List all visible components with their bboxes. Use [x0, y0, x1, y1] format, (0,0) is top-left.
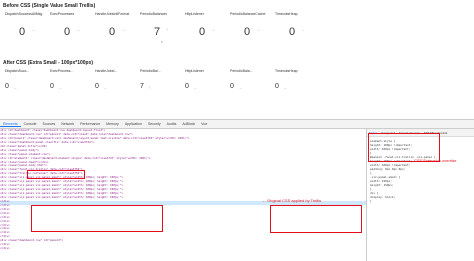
redbox-viz-panels — [31, 205, 163, 232]
after-tiles: DispatchSucc... 0 → ExecProcess... 0 → HandleJ… — [3, 69, 318, 109]
tile-title: DispatchSucc... — [5, 69, 30, 73]
trend-arrow-icon: → — [238, 85, 242, 90]
single-value-tile: ExecProcesses 0 → — [48, 12, 93, 52]
tile-title: HttpListener — [185, 69, 204, 73]
devtools-tab-security[interactable]: Security — [145, 122, 164, 126]
devtools-tab-vue[interactable]: Vue — [198, 122, 210, 126]
tile-title: PeriodicBalances — [140, 12, 168, 16]
css-rule-line[interactable]: height: 150px; — [370, 183, 394, 187]
tile-sub-value: 5 — [161, 40, 163, 44]
tile-title: HandleJobsInitFormat — [95, 12, 130, 16]
before-tiles: DispatchSuccessAllMsg 0 → ExecProcesses 0 → Ha… — [3, 12, 318, 52]
tile-title: PeriodicBal... — [140, 69, 161, 73]
trend-arrow-icon: → — [13, 85, 17, 90]
elements-panel[interactable]: <div id="dashboard" class="dashboard-row… — [0, 129, 366, 261]
tile-value: 7 — [154, 26, 161, 38]
css-rule-line[interactable]: display: block; — [370, 195, 395, 199]
single-value-tile: ExecProcess... 0 → — [48, 69, 93, 109]
tile-title: ExecProcess... — [50, 69, 74, 73]
single-value-tile: DispatchSucc... 0 → — [3, 69, 48, 109]
devtools-tab-network[interactable]: Network — [58, 122, 77, 126]
devtools-tab-application[interactable]: Application — [122, 122, 145, 126]
trend-arrow-icon: → — [211, 27, 215, 32]
single-value-tile: TimeoutsHeap 0 → — [273, 69, 318, 109]
tile-title: HttpListener — [185, 12, 204, 16]
tile-title: PeriodicBala... — [230, 69, 253, 73]
single-value-tile: PeriodicBal... 7 ↑ — [138, 69, 183, 109]
tile-title: TimeoutsHeap — [275, 12, 298, 16]
tile-value: 0 — [230, 83, 234, 90]
tile-value: 0 — [185, 83, 189, 90]
tile-title: PeriodicBalanceCache — [230, 12, 266, 16]
single-value-tile: PeriodicBalanceCache 0 → — [228, 12, 273, 52]
redbox-container — [27, 170, 85, 179]
tile-title: HandleJobsI... — [95, 69, 118, 73]
trend-arrow-icon: → — [193, 85, 197, 90]
trend-arrow-icon: → — [58, 85, 62, 90]
devtools-tab-performance[interactable]: Performance — [77, 122, 103, 126]
tile-title: ExecProcesses — [50, 12, 75, 16]
single-value-tile: TimeoutsHeap 0 → — [273, 12, 318, 52]
css-rule-line[interactable]: } — [370, 199, 372, 203]
single-value-tile: HttpListener 0 → — [183, 69, 228, 109]
dom-node-line[interactable]: </div> — [0, 246, 366, 251]
trend-arrow-icon: → — [301, 27, 305, 32]
trend-arrow-icon: ↑ — [166, 27, 168, 32]
css-rule-line[interactable]: padding: 0px 0px 0px; — [370, 167, 405, 171]
devtools-tab-elements[interactable]: Elements — [0, 122, 21, 127]
trend-arrow-icon: → — [31, 27, 35, 32]
trend-arrow-icon: → — [103, 85, 107, 90]
tile-value: 0 — [64, 26, 71, 38]
devtools-tab-adblock[interactable]: AdBlock — [179, 122, 198, 126]
before-heading: Before CSS (Single Value Small Trellis) — [3, 3, 96, 9]
tile-value: 0 — [199, 26, 206, 38]
tile-value: 0 — [109, 26, 116, 38]
tile-title: DispatchSuccessAllMsg — [5, 12, 43, 16]
tile-value: 0 — [289, 26, 296, 38]
trend-arrow-icon: → — [283, 85, 287, 90]
after-heading: After CSS (Extra Small - 100px*100px) — [3, 60, 94, 66]
single-value-tile: DispatchSuccessAllMsg 0 → — [3, 12, 48, 52]
tile-value: 0 — [19, 26, 26, 38]
trend-arrow-icon: → — [256, 27, 260, 32]
annotation-original: ← Original CSS applied by Trellis — [262, 198, 322, 203]
tile-value: 0 — [50, 83, 54, 90]
tile-title: TimeoutsHeap — [275, 69, 298, 73]
single-value-tile: PeriodicBalances 7 ↑ 5 — [138, 12, 183, 52]
tile-value: 0 — [275, 83, 279, 90]
devtools-tab-console[interactable]: Console — [21, 122, 40, 126]
single-value-tile: HandleJobsI... 0 → — [93, 69, 138, 109]
trend-arrow-icon: ↑ — [148, 85, 150, 90]
tile-value: 0 — [244, 26, 251, 38]
tile-value: 0 — [95, 83, 99, 90]
devtools-tab-memory[interactable]: Memory — [103, 122, 122, 126]
redbox-original-rule — [270, 205, 362, 233]
tile-value: 7 — [140, 83, 144, 90]
single-value-tile: HandleJobsInitFormat 0 → — [93, 12, 138, 52]
single-value-tile: HttpListener 0 → — [183, 12, 228, 52]
trend-arrow-icon: → — [121, 27, 125, 32]
tile-value: 0 — [5, 83, 9, 90]
devtools-toolbar: Elements Console Sources Network Performance… — [0, 120, 474, 129]
devtools-tab-audits[interactable]: Audits — [164, 122, 180, 126]
single-value-tile: PeriodicBala... 0 → — [228, 69, 273, 109]
annotation-override: CSS Extension override — [414, 158, 457, 163]
trend-arrow-icon: → — [76, 27, 80, 32]
devtools-tab-sources[interactable]: Sources — [39, 122, 58, 126]
